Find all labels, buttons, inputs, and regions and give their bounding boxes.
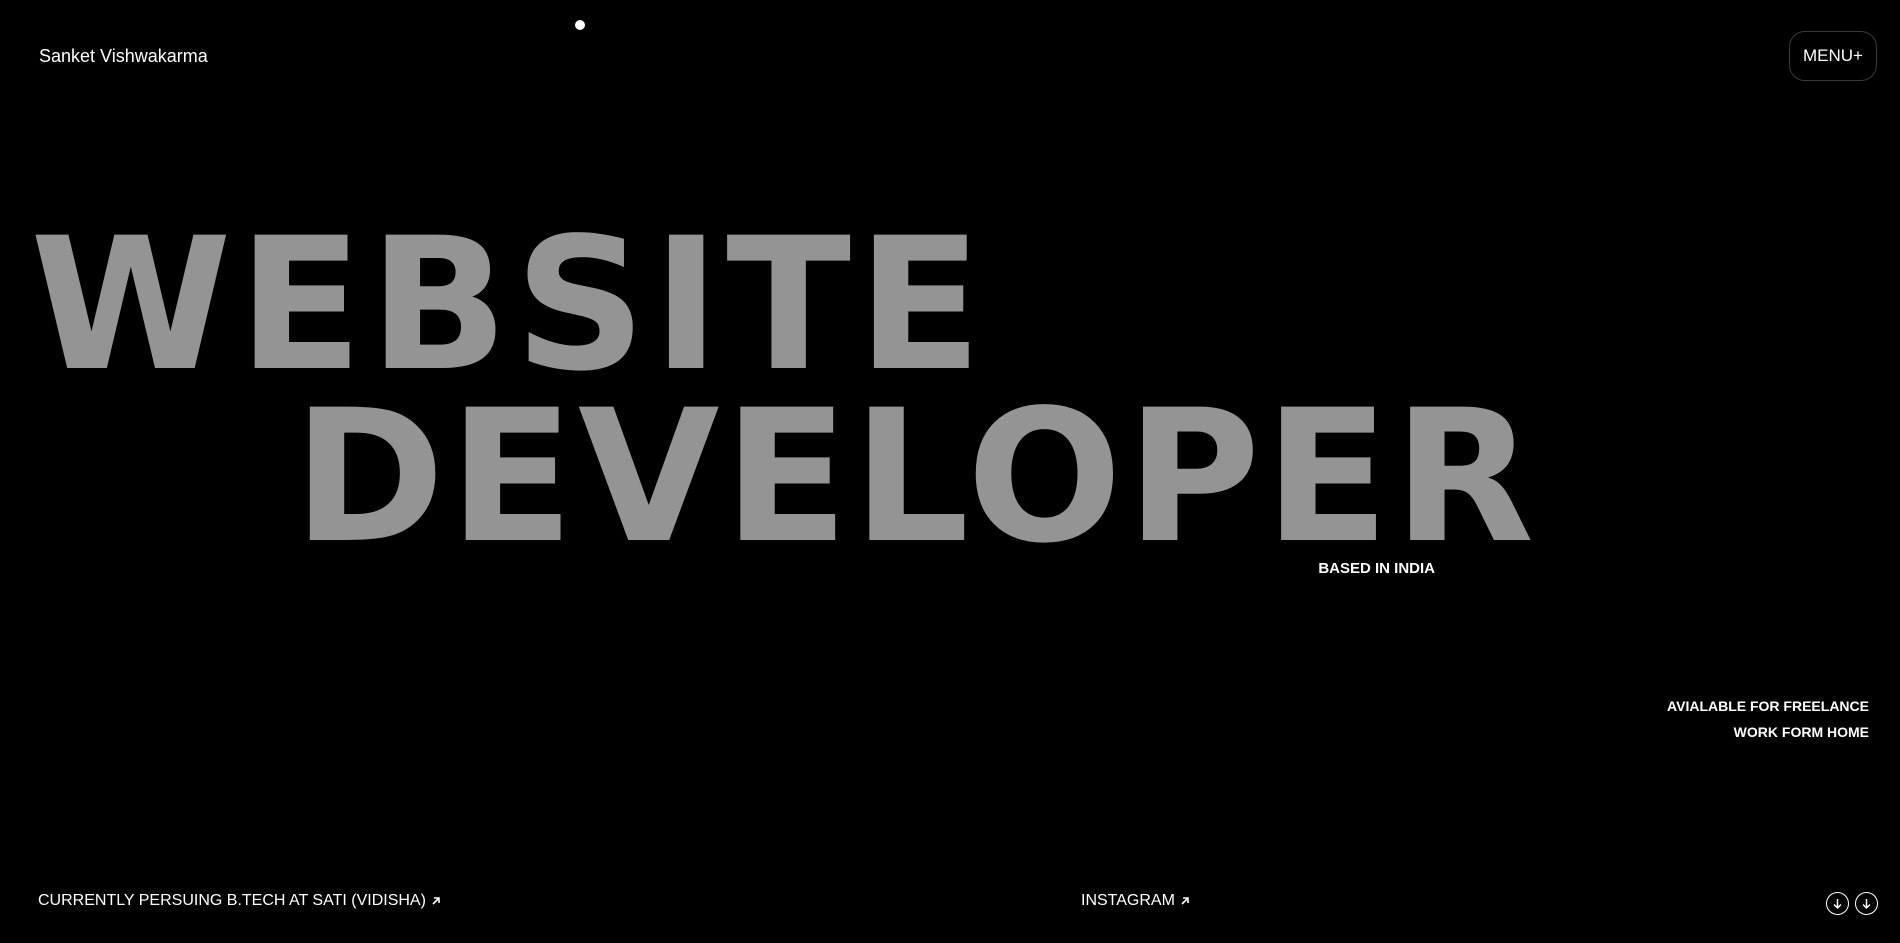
arrow-down-icon — [1833, 899, 1842, 910]
instagram-link[interactable]: INSTAGRAM — [1081, 892, 1191, 910]
brand-name[interactable]: Sanket Vishwakarma — [39, 46, 208, 66]
headline-line-2: DEVELOPER — [293, 371, 1539, 584]
scroll-down-button-secondary[interactable] — [1855, 892, 1878, 915]
instagram-link-label: INSTAGRAM — [1081, 892, 1175, 909]
availability-text: AVIALABLE FOR FREELANCE WORK FORM HOME — [1667, 693, 1869, 745]
scroll-down-button[interactable] — [1826, 892, 1849, 915]
arrow-up-right-icon — [1181, 897, 1189, 905]
cursor-dot — [575, 20, 585, 30]
availability-line-1: AVIALABLE FOR FREELANCE — [1667, 698, 1869, 714]
arrow-down-icon — [1862, 899, 1871, 910]
arrow-up-right-icon — [432, 897, 440, 905]
headline-line-1: WEBSITE — [30, 199, 989, 412]
menu-button[interactable]: MENU+ — [1789, 31, 1877, 81]
scroll-buttons — [1826, 892, 1878, 915]
location-label: BASED IN INDIA — [1318, 560, 1435, 577]
study-link[interactable]: CURRENTLY PERSUING B.TECH AT SATI (VIDIS… — [38, 892, 442, 910]
availability-line-2: WORK FORM HOME — [1733, 724, 1869, 740]
study-link-label: CURRENTLY PERSUING B.TECH AT SATI (VIDIS… — [38, 892, 426, 909]
